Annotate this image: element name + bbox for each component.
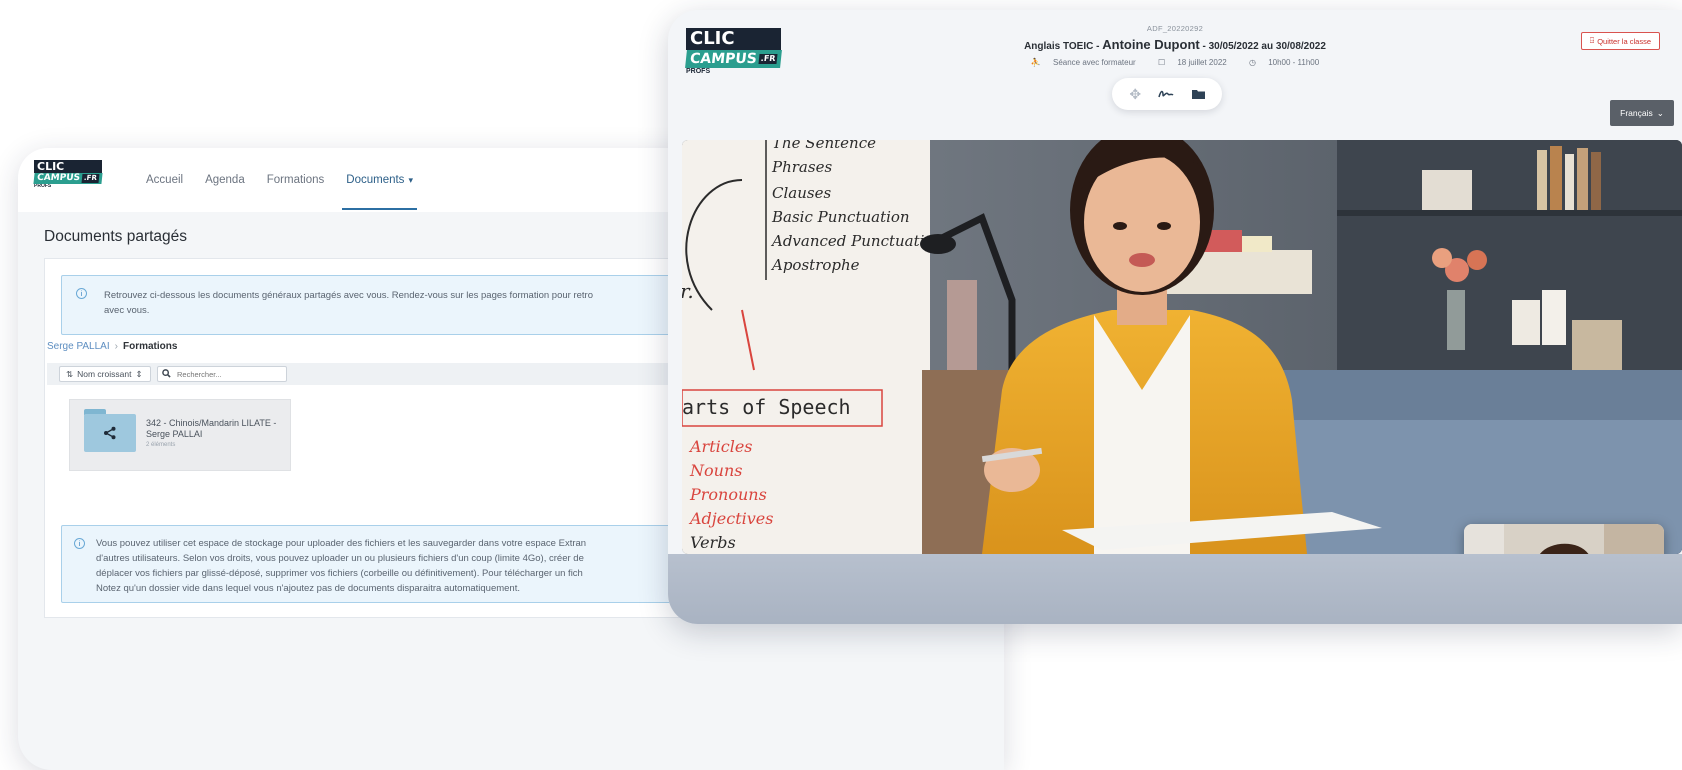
session-time: ◷ 10h00 - 11h00 — [1248, 58, 1320, 67]
session-type: ⛹ Séance avec formateur — [1030, 58, 1136, 67]
move-icon[interactable]: ✥ — [1129, 86, 1141, 103]
session-meta: ⛹ Séance avec formateur ☐ 18 juillet 202… — [668, 58, 1682, 67]
logo-campus-text: CAMPUS .FR — [33, 173, 103, 184]
breadcrumb-separator: › — [114, 341, 118, 352]
chevron-down-icon: ▾ — [408, 174, 413, 185]
marketing-composition: CLIC CAMPUS .FR PROFS Accueil Agenda Form… — [0, 0, 1682, 770]
nav-documents[interactable]: Documents ▾ — [342, 148, 417, 212]
nav-links: Accueil Agenda Formations Documents ▾ — [146, 148, 417, 212]
folder-title: 342 - Chinois/Mandarin LILATE - Serge PA… — [146, 418, 277, 439]
breadcrumb-root-link[interactable]: Serge PALLAI — [47, 341, 110, 352]
caret-icon: ⇕ — [135, 368, 143, 379]
folder-icon — [84, 409, 136, 452]
svg-text:Nouns: Nouns — [689, 461, 742, 480]
language-label: Français — [1620, 108, 1653, 118]
breadcrumb-current: Formations — [122, 341, 178, 352]
svg-text:Pronouns: Pronouns — [689, 485, 767, 504]
nav-documents-label: Documents — [346, 174, 405, 186]
video-footer — [668, 554, 1682, 624]
svg-text:Advanced Punctuation: Advanced Punctuation — [770, 232, 943, 250]
sort-dropdown[interactable]: ⇅ Nom croissant ⇕ — [59, 366, 151, 382]
teacher-icon: ⛹ — [1030, 58, 1041, 67]
clock-icon: ◷ — [1248, 58, 1256, 67]
nav-agenda[interactable]: Agenda — [205, 148, 245, 212]
search-input[interactable] — [177, 369, 277, 379]
nav-accueil[interactable]: Accueil — [146, 148, 183, 212]
clic-campus-logo[interactable]: CLIC CAMPUS .FR PROFS — [33, 160, 103, 189]
svg-text:Phrases: Phrases — [771, 158, 832, 176]
class-header: CLIC CAMPUS .FR PROFS ADF_20220292 Anglai… — [668, 10, 1682, 140]
logo-clic-text: CLIC — [34, 160, 102, 173]
svg-text:Basic Punctuation: Basic Punctuation — [771, 208, 910, 226]
class-toolbar: ✥ — [1112, 78, 1222, 110]
breadcrumb: Serge PALLAI › Formations — [47, 341, 177, 352]
info-icon: i — [74, 538, 85, 549]
svg-text:The Sentence: The Sentence — [772, 140, 876, 152]
signature-icon[interactable] — [1158, 87, 1174, 102]
calendar-icon: ☐ — [1157, 58, 1166, 67]
student-video-image — [1464, 524, 1664, 554]
search-icon[interactable] — [162, 368, 171, 380]
folder-item-count: 2 éléments — [146, 442, 176, 448]
nav-formations[interactable]: Formations — [267, 148, 325, 212]
page-title: Documents partagés — [44, 228, 188, 245]
share-icon — [104, 426, 116, 440]
info-icon: i — [76, 288, 87, 299]
svg-text:Clauses: Clauses — [772, 184, 831, 202]
sort-icon: ⇅ — [66, 368, 74, 379]
sort-label: Nom croissant — [77, 369, 132, 379]
svg-text:Apostrophe: Apostrophe — [770, 256, 860, 274]
svg-text:Articles: Articles — [688, 437, 753, 456]
svg-text:arts of Speech: arts of Speech — [682, 395, 851, 419]
session-date: ☐ 18 juillet 2022 — [1157, 58, 1227, 67]
course-title: Anglais TOEIC - Antoine Dupont - 30/05/2… — [668, 37, 1682, 52]
search-box — [157, 366, 287, 382]
chevron-down-icon: ⌄ — [1656, 107, 1664, 118]
session-reference: ADF_20220292 — [1146, 24, 1204, 33]
svg-text:Verbs: Verbs — [690, 533, 736, 552]
course-name: Anglais TOEIC - — [1024, 41, 1103, 52]
folder-card[interactable]: 342 - Chinois/Mandarin LILATE - Serge PA… — [69, 399, 291, 471]
folder-icon[interactable] — [1191, 87, 1205, 102]
teacher-name: Antoine Dupont — [1102, 37, 1200, 52]
course-dates: - 30/05/2022 au 30/08/2022 — [1199, 41, 1326, 52]
teacher-video-image: The Sentence Phrases Clauses Basic Punct… — [682, 140, 1682, 554]
svg-text:r.: r. — [682, 279, 694, 303]
svg-text:Adjectives: Adjectives — [688, 509, 773, 528]
quit-class-button[interactable]: ⍈ Quitter la classe — [1580, 32, 1660, 50]
main-video-feed[interactable]: The Sentence Phrases Clauses Basic Punct… — [682, 140, 1682, 554]
logo-profs-text: PROFS — [34, 183, 52, 189]
virtual-class-window: CLIC CAMPUS .FR PROFS ADF_20220292 Anglai… — [668, 10, 1682, 624]
logo-profs-text: PROFS — [686, 68, 711, 75]
quit-class-label: Quitter la classe — [1597, 36, 1651, 46]
student-video-thumbnail[interactable] — [1464, 524, 1664, 554]
exit-icon: ⍈ — [1589, 36, 1595, 45]
language-select[interactable]: Français ⌄ — [1610, 100, 1674, 126]
